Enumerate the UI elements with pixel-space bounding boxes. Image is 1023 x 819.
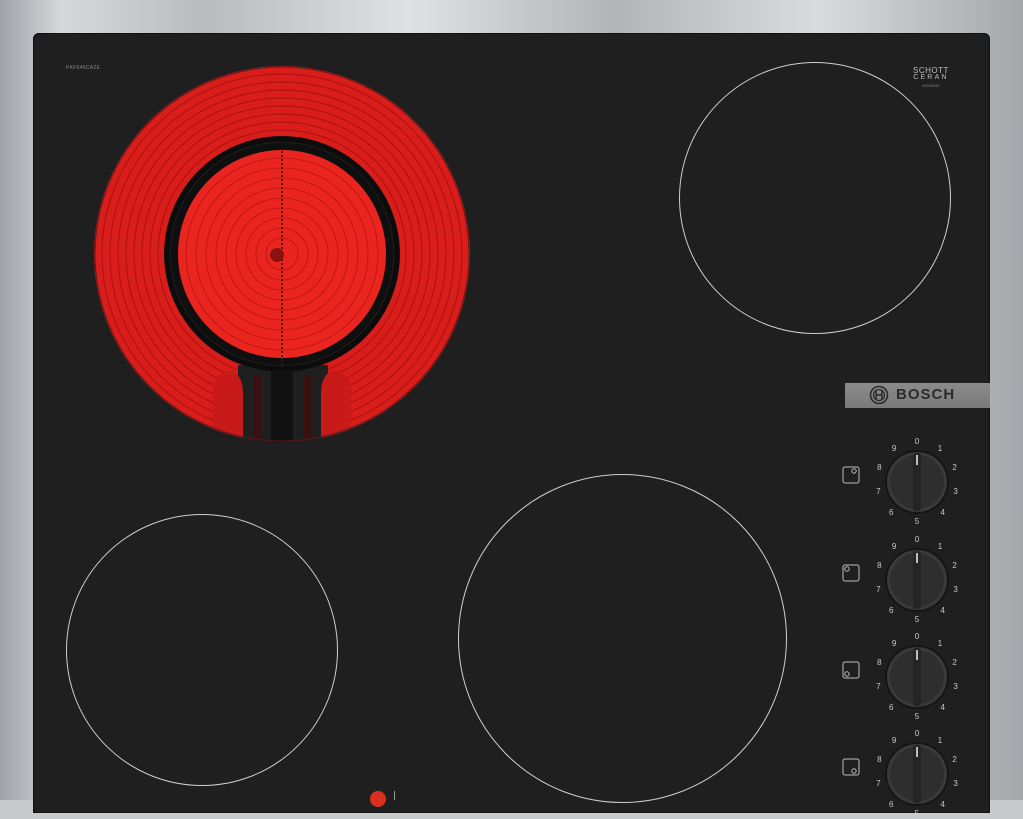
knob-scale-label: 9 [891,736,897,746]
knob-scale-label: 1 [937,444,943,454]
knob-scale-label: 0 [914,729,920,738]
heating-zone-active [94,66,470,442]
zone-front-right-icon [842,758,860,776]
knob-scale-label: 6 [889,702,894,712]
zone-front-left-icon [842,466,860,484]
knob-scale-label: 5 [914,517,920,526]
knob-scale-label: 3 [953,779,958,789]
knob-scale-label: 9 [891,542,897,552]
glass-brand-mark: SCHOTT CERAN 00000000 [913,66,949,88]
knob-scale-label: 2 [952,463,957,473]
knob-scale-label: 9 [891,444,897,454]
brand-name: BOSCH [896,386,956,403]
knob-scale-label: 7 [876,585,881,595]
glass-brand-code: 00000000 [922,84,940,88]
knob-scale-label: 0 [914,535,920,544]
knob-scale-label: 5 [914,712,920,721]
knob-scale-label: 2 [952,755,957,765]
knob-3[interactable]: 0 12 34 5 67 89 [835,627,990,722]
heating-zone-rear-left [66,514,338,786]
knob-scale-label: 4 [940,605,945,615]
knob-scale-label: 1 [937,736,943,746]
knob-scale-label: 5 [914,615,920,624]
knob-scale-label: 8 [877,658,882,668]
knob-scale-label: 6 [889,507,894,517]
knob-scale-label: 5 [914,809,920,818]
knob-1[interactable]: 0 12 34 5 67 89 [835,432,990,527]
knob-4[interactable]: 0 12 34 5 67 89 [835,724,990,819]
knob-scale-label: 4 [940,799,945,809]
knob-scale-label: 4 [940,702,945,712]
knob-scale-label: 2 [952,658,957,668]
knob-scale-label: 0 [914,632,920,641]
knob-2[interactable]: 0 12 34 5 67 89 [835,530,990,625]
knob-scale-label: 8 [877,561,882,571]
zone-rear-left-icon [842,564,860,582]
knob-scale-label: 2 [952,561,957,571]
knob-scale-label: 1 [937,542,943,552]
knob-scale-label: 9 [891,639,897,649]
knob-scale-label: 7 [876,487,881,497]
knob-scale-label: 8 [877,755,882,765]
knob-scale-label: 8 [877,463,882,473]
indicator-line [394,791,395,800]
knob-scale-label: 7 [876,779,881,789]
knob-scale-label: 3 [953,487,958,497]
knob-scale-label: 3 [953,585,958,595]
knob-scale-label: 7 [876,682,881,692]
heating-zone-front-center [458,474,787,803]
zone-rear-right-icon [842,661,860,679]
residual-heat-indicator [370,791,386,807]
knob-scale-label: 3 [953,682,958,692]
glass-brand-line2: CERAN [913,74,949,81]
knob-scale-label: 0 [914,437,920,446]
heating-zone-rear-right [679,62,951,334]
knob-scale-label: 6 [889,605,894,615]
knob-scale-label: 1 [937,639,943,649]
bosch-logo-icon [869,385,889,405]
knob-scale-label: 4 [940,507,945,517]
knob-scale-label: 6 [889,799,894,809]
